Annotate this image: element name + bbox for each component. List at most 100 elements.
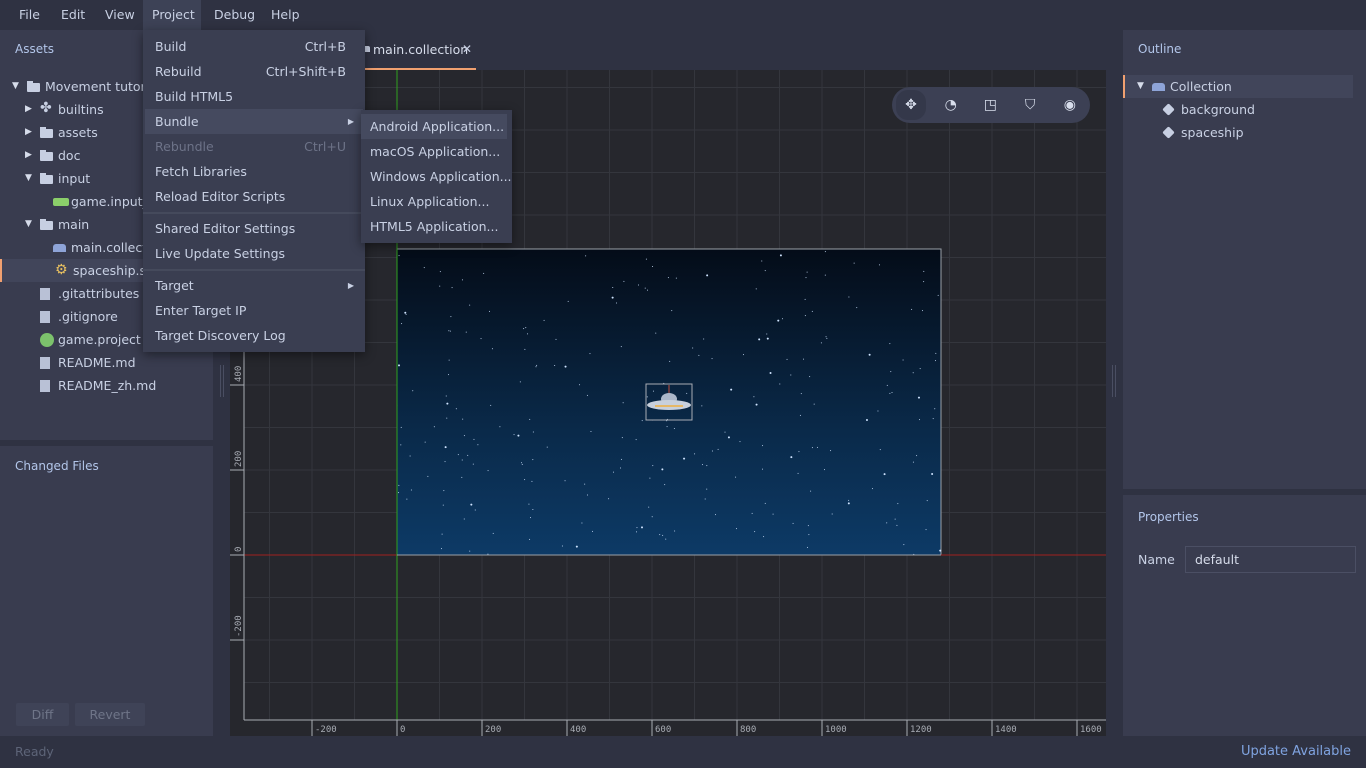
- collapsed-arrow-icon[interactable]: ▶: [25, 121, 32, 144]
- star: [714, 514, 716, 516]
- star: [446, 402, 449, 405]
- star: [655, 332, 657, 334]
- star: [664, 484, 666, 486]
- tree-item[interactable]: ▼ Collection: [1123, 75, 1353, 98]
- menu-item-live-update-settings[interactable]: Live Update Settings: [145, 241, 363, 266]
- star: [487, 470, 489, 472]
- x-tick-label: 400: [570, 725, 586, 735]
- star: [623, 280, 625, 282]
- menu-item-reload-editor-scripts[interactable]: Reload Editor Scripts: [145, 184, 363, 209]
- revert-button[interactable]: Revert: [75, 703, 145, 726]
- star: [830, 450, 832, 452]
- star: [686, 392, 688, 394]
- star: [694, 453, 696, 455]
- star: [521, 463, 523, 465]
- star: [531, 480, 533, 482]
- tree-item[interactable]: README.md: [0, 351, 213, 374]
- move-tool-icon[interactable]: ✥: [896, 90, 926, 120]
- star: [711, 450, 713, 452]
- star: [398, 484, 400, 486]
- star: [871, 488, 873, 490]
- collection-icon: [1152, 83, 1165, 91]
- menu-help[interactable]: Help: [262, 0, 309, 30]
- rotate-tool-icon[interactable]: ◔: [939, 93, 963, 117]
- star: [532, 431, 534, 433]
- left-splitter[interactable]: [220, 365, 224, 397]
- scale-tool-icon[interactable]: ◳: [978, 93, 1002, 117]
- perspective-icon[interactable]: ⛉: [1018, 93, 1042, 117]
- star: [527, 333, 529, 335]
- menu-item-shared-editor-settings[interactable]: Shared Editor Settings: [145, 216, 363, 241]
- star: [755, 403, 758, 406]
- update-available-link[interactable]: Update Available: [1241, 744, 1351, 759]
- star: [463, 435, 465, 437]
- star: [911, 308, 913, 310]
- menu-item-rebundle[interactable]: Rebundle Ctrl+U: [145, 134, 363, 159]
- star: [616, 302, 618, 304]
- star: [611, 296, 614, 299]
- star: [487, 553, 489, 555]
- menu-item-build[interactable]: Build Ctrl+B: [145, 34, 363, 59]
- star: [848, 499, 850, 501]
- menu-project[interactable]: Project: [143, 0, 201, 30]
- star: [824, 251, 826, 253]
- menu-item-target[interactable]: Target ▶: [145, 273, 363, 298]
- star: [897, 503, 899, 505]
- menu-bar: File Edit View Project Debug Help: [0, 0, 1366, 30]
- star: [937, 294, 939, 296]
- right-splitter[interactable]: [1112, 365, 1116, 397]
- collapsed-arrow-icon[interactable]: ▶: [25, 144, 32, 167]
- collapsed-arrow-icon[interactable]: ▶: [25, 98, 32, 121]
- menu-item-build-html5[interactable]: Build HTML5: [145, 84, 363, 109]
- star: [886, 522, 888, 524]
- editor-tab[interactable]: main.collection ✕: [360, 36, 476, 70]
- star: [683, 457, 686, 460]
- expanded-arrow-icon[interactable]: ▼: [25, 167, 32, 190]
- star: [813, 403, 815, 405]
- menu-debug[interactable]: Debug: [205, 0, 264, 30]
- diff-button[interactable]: Diff: [16, 703, 69, 726]
- star: [457, 454, 459, 456]
- star: [635, 439, 637, 441]
- tree-item-label: README.md: [58, 355, 136, 370]
- visibility-icon[interactable]: ◉: [1058, 93, 1082, 117]
- bundle-item[interactable]: Android Application...: [361, 114, 507, 139]
- star: [764, 270, 766, 272]
- bundle-item[interactable]: Linux Application...: [361, 189, 507, 214]
- changed-files-panel: Changed Files Diff Revert: [0, 446, 213, 736]
- menu-edit[interactable]: Edit: [52, 0, 94, 30]
- bundle-item[interactable]: macOS Application...: [361, 139, 507, 164]
- star: [561, 545, 563, 547]
- tree-item[interactable]: README_zh.md: [0, 374, 213, 397]
- star: [448, 330, 450, 332]
- star: [406, 498, 408, 500]
- star: [877, 410, 879, 412]
- star: [754, 531, 756, 533]
- tree-item-label: assets: [58, 125, 98, 140]
- expanded-arrow-icon[interactable]: ▼: [1137, 75, 1144, 98]
- star: [890, 371, 892, 373]
- star: [926, 500, 928, 502]
- menu-item-fetch-libraries[interactable]: Fetch Libraries: [145, 159, 363, 184]
- menu-item-label: Fetch Libraries: [155, 164, 247, 179]
- menu-item-enter-target-ip[interactable]: Enter Target IP: [145, 298, 363, 323]
- status-text: Ready: [15, 744, 54, 759]
- bundle-item[interactable]: Windows Application...: [361, 164, 512, 189]
- menu-file[interactable]: File: [10, 0, 49, 30]
- menu-view[interactable]: View: [96, 0, 144, 30]
- menu-item-rebuild[interactable]: Rebuild Ctrl+Shift+B: [145, 59, 363, 84]
- tree-item-label: Collection: [1170, 79, 1232, 94]
- menu-item-target-discovery-log[interactable]: Target Discovery Log: [145, 323, 363, 348]
- name-field[interactable]: [1185, 546, 1356, 573]
- close-tab-icon[interactable]: ✕: [462, 42, 472, 56]
- tree-item-label: .gitignore: [58, 309, 118, 324]
- expanded-arrow-icon[interactable]: ▼: [12, 75, 19, 98]
- tree-item[interactable]: spaceship: [1123, 121, 1353, 144]
- tree-item[interactable]: background: [1123, 98, 1353, 121]
- tree-item-label: README_zh.md: [58, 378, 157, 393]
- bundle-item[interactable]: HTML5 Application...: [361, 214, 507, 239]
- menu-item-bundle[interactable]: Bundle ▶: [145, 109, 363, 134]
- expanded-arrow-icon[interactable]: ▼: [25, 213, 32, 236]
- folder-icon: [40, 219, 53, 230]
- menu-item-label: Reload Editor Scripts: [155, 189, 286, 204]
